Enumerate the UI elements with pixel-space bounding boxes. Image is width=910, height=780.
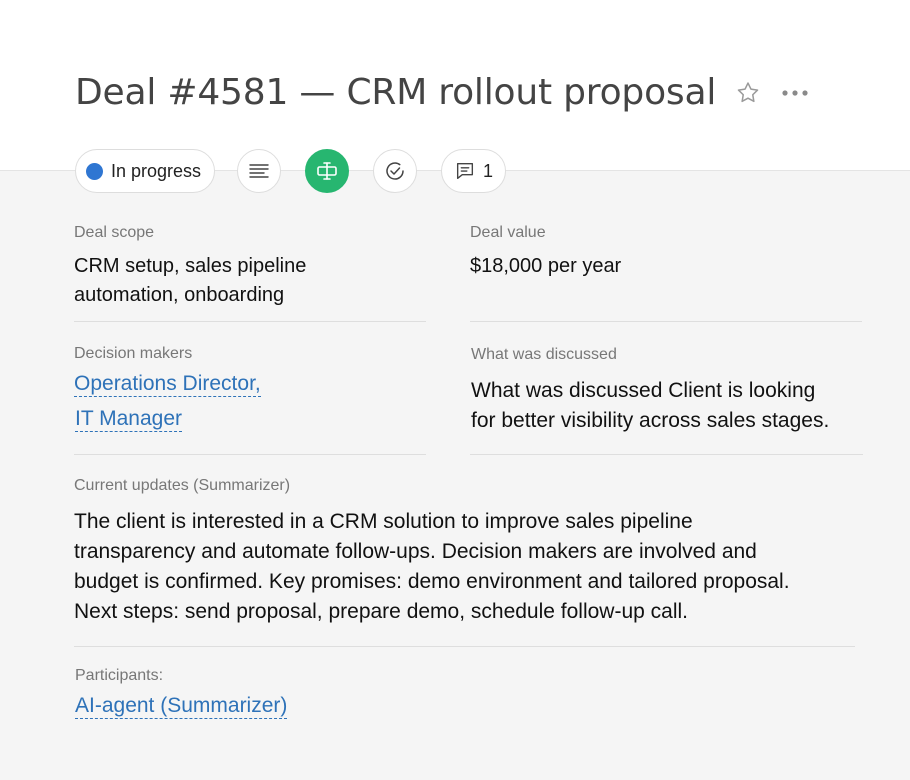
participants-label: Participants: — [75, 667, 164, 684]
title-row: Deal #4581 — CRM rollout proposal — [75, 72, 810, 113]
update-line: The client is interested in a CRM soluti… — [74, 510, 693, 533]
participant-link[interactable]: AI-agent (Summarizer) — [75, 694, 288, 719]
current-updates-label: Current updates (Summarizer) — [74, 477, 291, 494]
deal-scope-line: CRM setup, sales pipeline — [74, 255, 307, 277]
deal-scope-field: Deal scope CRM setup, sales pipeline aut… — [74, 224, 426, 310]
current-updates-field: Current updates (Summarizer) The client … — [74, 477, 864, 627]
deal-scope-label: Deal scope — [74, 224, 155, 241]
discussed-field: What was discussed What was discussed Cl… — [471, 346, 863, 436]
divider — [470, 454, 863, 455]
comment-icon — [457, 162, 474, 180]
description-button[interactable] — [237, 149, 282, 193]
decision-makers-label: Decision makers — [74, 345, 193, 362]
update-line: transparency and automate follow-ups. De… — [74, 540, 757, 563]
decision-maker-link[interactable]: Operations Director, — [74, 372, 261, 397]
star-icon[interactable] — [734, 79, 762, 107]
checklist-button[interactable] — [373, 149, 418, 193]
decision-maker-link[interactable]: IT Manager — [75, 407, 182, 432]
status-dot-icon — [86, 162, 103, 180]
update-line: Next steps: send proposal, prepare demo,… — [74, 600, 689, 623]
page-title[interactable]: Deal #4581 — CRM rollout proposal — [75, 72, 716, 113]
discussed-label: What was discussed — [471, 346, 617, 363]
deal-scope-value[interactable]: CRM setup, sales pipeline automation, on… — [74, 252, 426, 310]
discussed-line: What was discussed Client is looking — [471, 379, 816, 402]
comments-button[interactable]: 1 — [441, 149, 507, 193]
update-line: budget is confirmed. Key promises: demo … — [74, 570, 790, 593]
divider — [74, 321, 426, 322]
divider — [74, 454, 426, 455]
description-lines-icon — [249, 164, 269, 178]
divider — [74, 646, 855, 647]
fields-icon — [317, 162, 337, 180]
comments-count: 1 — [483, 160, 494, 181]
check-circle-icon — [386, 162, 404, 180]
more-options-icon[interactable] — [780, 79, 810, 107]
discussed-value[interactable]: What was discussed Client is looking for… — [471, 376, 863, 436]
divider — [470, 321, 862, 322]
participants-field: Participants: AI-agent (Summarizer) — [75, 667, 675, 719]
deal-value-label: Deal value — [470, 224, 546, 241]
deal-value-value[interactable]: $18,000 per year — [470, 252, 862, 281]
current-updates-value[interactable]: The client is interested in a CRM soluti… — [74, 507, 864, 627]
deal-toolbar: In progress 1 — [75, 149, 507, 193]
deal-scope-line: automation, onboarding — [74, 284, 285, 306]
discussed-line: for better visibility across sales stage… — [471, 409, 830, 432]
deal-value-field: Deal value $18,000 per year — [470, 224, 862, 281]
decision-makers-field: Decision makers Operations Director, IT … — [74, 345, 426, 432]
status-label: In progress — [111, 160, 202, 181]
fields-button[interactable] — [305, 149, 350, 193]
page-header: Deal #4581 — CRM rollout proposal — [0, 0, 910, 171]
status-button[interactable]: In progress — [75, 149, 216, 193]
